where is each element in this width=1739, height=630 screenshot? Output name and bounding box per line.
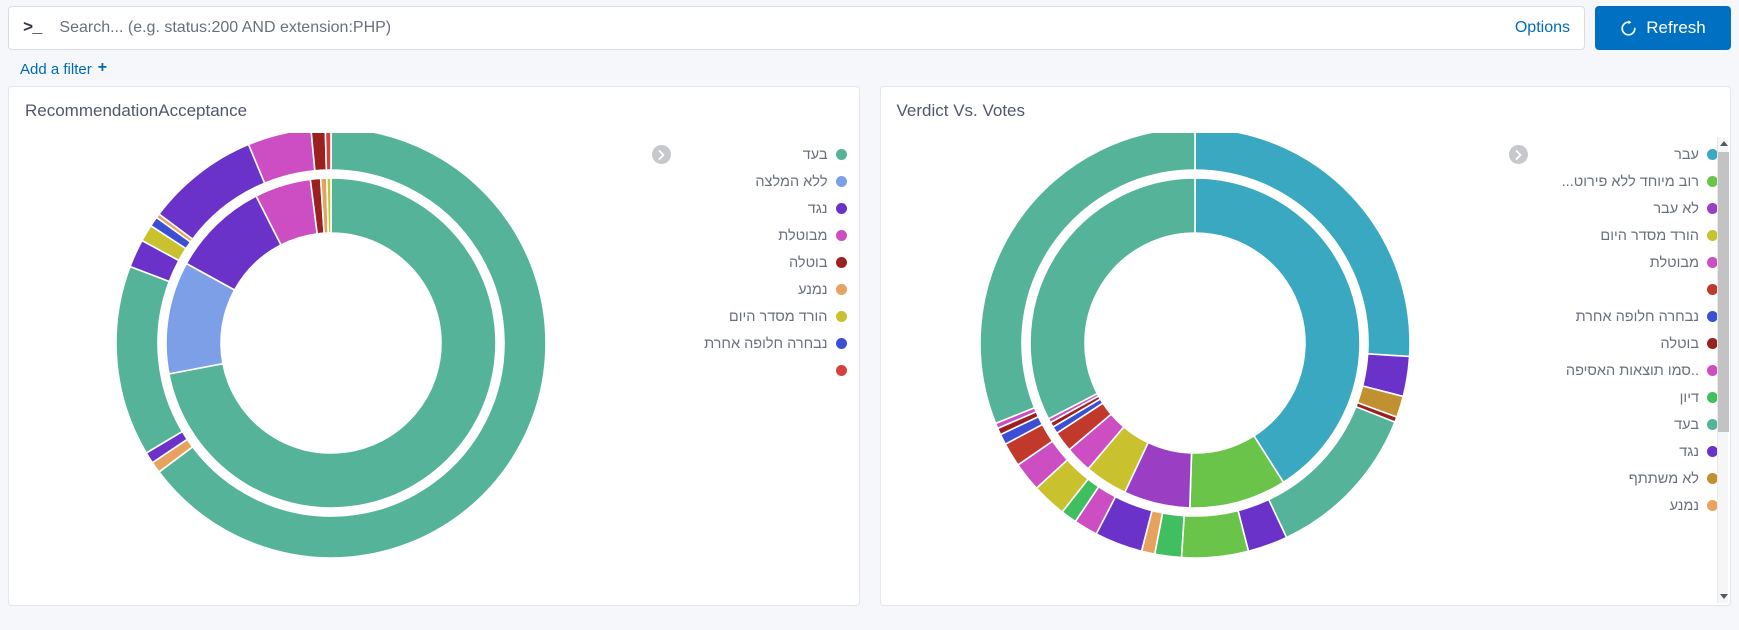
legend-list: עבר רוב מיוחד ללא פירוט... לא עבר הורד מסדר…: [1500, 141, 1726, 519]
chart-legend-2: עבר רוב מיוחד ללא פירוט... לא עבר הורד מסדר…: [1500, 129, 1730, 605]
legend-color-dot: [835, 176, 847, 187]
legend-item[interactable]: בוטלה: [1500, 330, 1726, 357]
legend-item[interactable]: מבוטלת: [644, 222, 855, 249]
legend-item-label: הורד מסדר היום: [728, 308, 828, 325]
chart-legend-1: בעד ללא המלצה נגד מבוטלת בוטלה נמנע הורד מסדר …: [644, 129, 859, 605]
scroll-down-button[interactable]: [1718, 590, 1729, 603]
options-link[interactable]: Options: [1503, 19, 1570, 37]
legend-item-label: נגד: [1679, 443, 1699, 460]
legend-item-label: בעד: [1674, 416, 1699, 433]
legend-item-label: בוטלה: [789, 254, 828, 271]
legend-item[interactable]: רוב מיוחד ללא פירוט...: [1500, 168, 1726, 195]
legend-color-dot: [835, 230, 847, 241]
legend-color-dot: [835, 284, 847, 295]
legend-item[interactable]: נמנע: [644, 276, 855, 303]
terminal-prompt-icon: >_: [23, 18, 42, 38]
legend-item-label: ללא המלצה: [755, 173, 828, 190]
sunburst-slice[interactable]: [326, 177, 333, 234]
legend-item[interactable]: הורד מסדר היום: [1500, 222, 1726, 249]
legend-item-label: הורד מסדר היום: [1600, 227, 1699, 244]
legend-item[interactable]: נבחרה חלופה אחרת: [644, 330, 855, 357]
legend-item[interactable]: נמנע: [1500, 492, 1726, 519]
legend-color-dot: [835, 149, 847, 160]
dashboard-grid: RecommendationAcceptance בעד ללא המלצה נגד…: [0, 86, 1739, 606]
legend-item-label: נגד: [807, 200, 828, 217]
caret-up-icon: [1719, 141, 1728, 146]
filter-bar: Add a filter +: [0, 52, 1739, 86]
legend-item[interactable]: [644, 357, 855, 384]
legend-color-dot: [835, 257, 847, 268]
legend-list: בעד ללא המלצה נגד מבוטלת בוטלה נמנע הורד מסדר …: [644, 141, 855, 384]
search-bar[interactable]: >_ Options: [8, 6, 1585, 50]
legend-item[interactable]: לא עבר: [1500, 195, 1726, 222]
legend-item[interactable]: נבחרה חלופה אחרת: [1500, 303, 1726, 330]
sunburst-slice[interactable]: [324, 133, 333, 171]
add-filter-button[interactable]: Add a filter +: [20, 59, 108, 78]
sunburst-svg: [115, 133, 548, 559]
legend-item-label: לא עבר: [1653, 200, 1699, 217]
add-filter-label: Add a filter: [20, 60, 92, 78]
legend-item[interactable]: בעד: [644, 141, 855, 168]
query-toolbar: >_ Options Refresh: [0, 0, 1739, 52]
sunburst-slice[interactable]: [1180, 509, 1250, 559]
panel-title: Verdict Vs. Votes: [896, 101, 1026, 120]
legend-item-label: ..סמו תוצאות האסיפה: [1565, 362, 1699, 379]
sunburst-svg: [979, 133, 1412, 559]
plus-icon: +: [97, 59, 108, 76]
legend-item[interactable]: נגד: [1500, 438, 1726, 465]
sunburst-chart-2[interactable]: [881, 129, 1501, 605]
legend-item-label: מבוטלת: [778, 227, 828, 244]
legend-item-label: נמנע: [1669, 497, 1699, 514]
panel-verdict-vs-votes: Verdict Vs. Votes עבר רוב מיוחד ללא פירוט…: [879, 86, 1731, 606]
sunburst-chart-1[interactable]: [9, 129, 644, 605]
panel-recommendation-acceptance: RecommendationAcceptance בעד ללא המלצה נגד…: [8, 86, 860, 606]
legend-item-label: לא משתתף: [1628, 470, 1699, 487]
legend-item[interactable]: לא משתתף: [1500, 465, 1726, 492]
legend-item-label: מבוטלת: [1649, 254, 1699, 271]
legend-item-label: נמנע: [798, 281, 828, 298]
refresh-label: Refresh: [1646, 18, 1706, 37]
legend-color-dot: [835, 338, 847, 349]
search-input[interactable]: [57, 18, 1503, 38]
legend-item-label: רוב מיוחד ללא פירוט...: [1561, 173, 1699, 190]
legend-item[interactable]: בעד: [1500, 411, 1726, 438]
panel-body: עבר רוב מיוחד ללא פירוט... לא עבר הורד מסדר…: [881, 129, 1731, 605]
panel-title: RecommendationAcceptance: [25, 101, 248, 120]
legend-item[interactable]: דיון: [1500, 384, 1726, 411]
scrollbar-thumb[interactable]: [1718, 152, 1729, 432]
legend-item-label: עבר: [1674, 146, 1699, 163]
refresh-button[interactable]: Refresh: [1595, 6, 1731, 50]
legend-item[interactable]: [1500, 276, 1726, 303]
legend-item-label: נבחרה חלופה אחרת: [1575, 308, 1699, 325]
legend-color-dot: [835, 365, 847, 376]
legend-item[interactable]: מבוטלת: [1500, 249, 1726, 276]
legend-item[interactable]: הורד מסדר היום: [644, 303, 855, 330]
legend-item[interactable]: נגד: [644, 195, 855, 222]
legend-color-dot: [835, 311, 847, 322]
scroll-up-button[interactable]: [1718, 137, 1729, 150]
refresh-icon: [1620, 19, 1637, 37]
legend-item[interactable]: עבר: [1500, 141, 1726, 168]
legend-collapse-toggle[interactable]: [1509, 145, 1528, 164]
legend-item-label: דיון: [1679, 389, 1699, 406]
legend-item-label: בעד: [802, 146, 828, 163]
caret-down-icon: [1719, 594, 1728, 599]
legend-scrollbar[interactable]: [1717, 137, 1729, 603]
legend-item[interactable]: ..סמו תוצאות האסיפה: [1500, 357, 1726, 384]
legend-item-label: בוטלה: [1660, 335, 1700, 352]
legend-item-label: נבחרה חלופה אחרת: [704, 335, 828, 352]
legend-item[interactable]: ללא המלצה: [644, 168, 855, 195]
legend-item[interactable]: בוטלה: [644, 249, 855, 276]
legend-color-dot: [835, 203, 847, 214]
panel-body: בעד ללא המלצה נגד מבוטלת בוטלה נמנע הורד מסדר …: [9, 129, 859, 605]
legend-collapse-toggle[interactable]: [651, 145, 671, 164]
